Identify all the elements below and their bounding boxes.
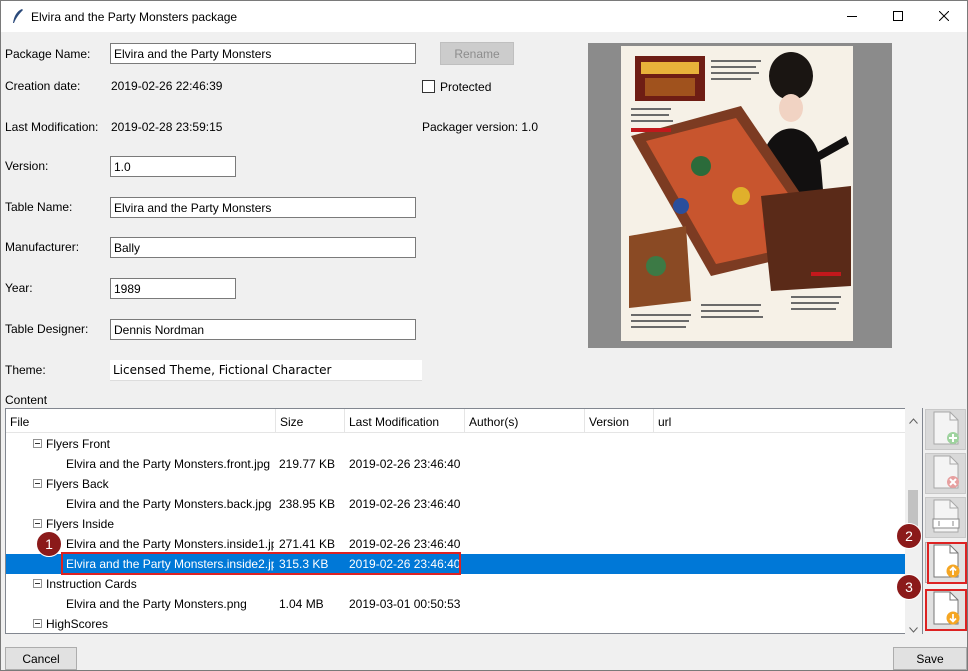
creation-date-label: Creation date: <box>5 79 81 93</box>
version-label: Version: <box>5 159 49 173</box>
file-size: 271.41 KB <box>279 537 336 551</box>
flyer-preview <box>588 43 892 348</box>
group-name: HighScores <box>46 617 109 631</box>
maximize-icon <box>893 10 903 24</box>
tree-group-row[interactable]: Flyers Inside <box>6 514 906 534</box>
tree-group-row[interactable]: HighScores <box>6 614 906 633</box>
table-designer-label: Table Designer: <box>5 322 89 336</box>
column-header-file[interactable]: File <box>6 409 276 433</box>
group-name: Flyers Inside <box>46 517 115 531</box>
year-field[interactable]: 1989 <box>110 278 236 299</box>
tree-scrollbar[interactable] <box>905 408 922 634</box>
add-file-icon <box>931 411 961 448</box>
group-name: Flyers Back <box>46 477 109 491</box>
column-header-url[interactable]: url <box>654 409 906 433</box>
file-size: 219.77 KB <box>279 457 336 471</box>
callout-badge-2: 2 <box>896 523 922 549</box>
table-name-field[interactable]: Elvira and the Party Monsters <box>110 197 416 218</box>
packager-version: Packager version: 1.0 <box>422 120 539 134</box>
scroll-up-icon[interactable] <box>909 413 918 427</box>
tree-file-row[interactable]: Elvira and the Party Monsters.back.jpg 2… <box>6 494 906 514</box>
window-title: Elvira and the Party Monsters package <box>31 10 238 24</box>
cancel-button[interactable]: Cancel <box>5 647 77 670</box>
package-name-field[interactable]: Elvira and the Party Monsters <box>110 43 416 64</box>
table-designer-field[interactable]: Dennis Nordman <box>110 319 416 340</box>
rename-button[interactable]: Rename <box>440 42 514 65</box>
save-button[interactable]: Save <box>893 647 967 670</box>
file-name: Elvira and the Party Monsters.png <box>66 597 247 611</box>
move-up-highlight <box>927 542 967 584</box>
column-header-last-modification[interactable]: Last Modification <box>345 409 465 433</box>
add-file-button[interactable] <box>925 409 966 450</box>
file-name: Elvira and the Party Monsters.front.jpg <box>66 457 271 471</box>
tree-header: File Size Last Modification Author(s) Ve… <box>6 409 906 433</box>
move-down-highlight <box>925 589 967 631</box>
collapse-icon[interactable] <box>33 579 42 588</box>
tree-group-row[interactable]: Flyers Back <box>6 474 906 494</box>
minimize-button[interactable] <box>829 1 875 32</box>
theme-label: Theme: <box>5 363 46 377</box>
rename-file-button[interactable] <box>925 497 966 538</box>
collapse-icon[interactable] <box>33 479 42 488</box>
collapse-icon[interactable] <box>33 439 42 448</box>
tree-group-row[interactable]: Flyers Front <box>6 434 906 454</box>
theme-field[interactable]: Licensed Theme, Fictional Character <box>110 360 422 381</box>
flyer-image <box>621 46 853 341</box>
scroll-down-icon[interactable] <box>909 622 918 636</box>
group-name: Instruction Cards <box>46 577 137 591</box>
group-name: Flyers Front <box>46 437 111 451</box>
file-modified: 2019-02-26 23:46:40 <box>349 457 461 471</box>
tree-file-row[interactable]: Elvira and the Party Monsters.png 1.04 M… <box>6 594 906 614</box>
maximize-button[interactable] <box>875 1 921 32</box>
tree-file-row[interactable]: Elvira and the Party Monsters.front.jpg … <box>6 454 906 474</box>
callout-badge-1: 1 <box>36 531 62 557</box>
last-modification-value: 2019-02-28 23:59:15 <box>111 120 223 134</box>
file-name: Elvira and the Party Monsters.inside1.jp… <box>66 537 274 551</box>
close-icon <box>938 10 950 24</box>
column-header-authors[interactable]: Author(s) <box>465 409 585 433</box>
last-modification-label: Last Modification: <box>5 120 99 134</box>
manufacturer-field[interactable]: Bally <box>110 237 416 258</box>
version-field[interactable]: 1.0 <box>110 156 236 177</box>
file-name: Elvira and the Party Monsters.back.jpg <box>66 497 272 511</box>
content-tree[interactable]: File Size Last Modification Author(s) Ve… <box>5 408 923 634</box>
selected-row-highlight <box>61 552 461 575</box>
package-window: Elvira and the Party Monsters package Pa… <box>0 0 968 671</box>
title-bar: Elvira and the Party Monsters package <box>1 1 967 32</box>
column-header-size[interactable]: Size <box>276 409 345 433</box>
creation-date-value: 2019-02-26 22:46:39 <box>111 79 223 93</box>
protected-checkbox[interactable] <box>422 80 435 93</box>
collapse-icon[interactable] <box>33 519 42 528</box>
file-modified: 2019-02-26 23:46:40 <box>349 537 461 551</box>
file-modified: 2019-03-01 00:50:53 <box>349 597 461 611</box>
rename-file-icon <box>931 499 961 536</box>
tree-file-row[interactable]: Elvira and the Party Monsters.inside1.jp… <box>6 534 906 554</box>
file-size: 1.04 MB <box>279 597 324 611</box>
remove-file-icon <box>931 455 961 492</box>
year-label: Year: <box>5 281 33 295</box>
package-name-label: Package Name: <box>5 47 91 61</box>
close-button[interactable] <box>921 1 967 32</box>
callout-badge-3: 3 <box>896 574 922 600</box>
feather-app-icon <box>11 8 25 24</box>
file-size: 238.95 KB <box>279 497 336 511</box>
manufacturer-label: Manufacturer: <box>5 240 80 254</box>
table-name-label: Table Name: <box>5 200 73 214</box>
protected-label: Protected <box>440 80 492 94</box>
collapse-icon[interactable] <box>33 619 42 628</box>
minimize-icon <box>847 10 857 24</box>
tree-group-row[interactable]: Instruction Cards <box>6 574 906 594</box>
file-modified: 2019-02-26 23:46:40 <box>349 497 461 511</box>
remove-file-button[interactable] <box>925 453 966 494</box>
column-header-version[interactable]: Version <box>585 409 654 433</box>
content-label: Content <box>5 393 48 407</box>
